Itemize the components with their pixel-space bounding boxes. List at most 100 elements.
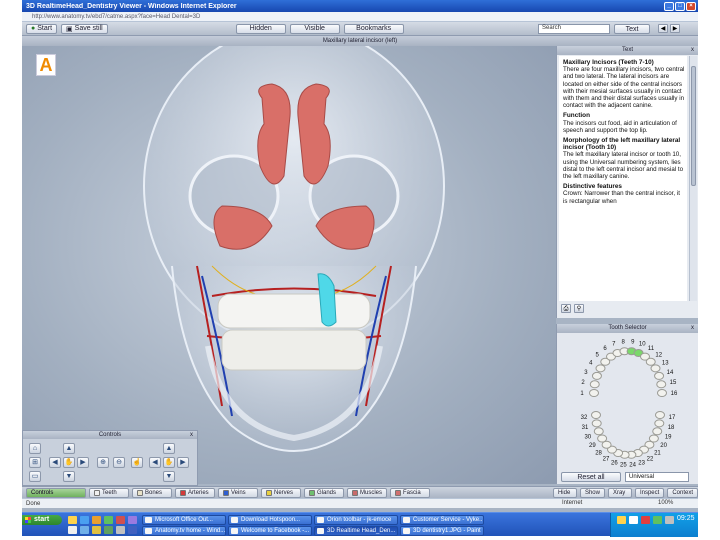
zoom-in-icon[interactable]: ⊕ — [97, 457, 109, 468]
fullscreen-icon[interactable]: ▭ — [29, 471, 41, 482]
tab-bones[interactable]: Bones — [132, 487, 172, 498]
tooth[interactable] — [655, 411, 665, 419]
tooth[interactable] — [597, 434, 608, 443]
tab-glands[interactable]: Glands — [304, 487, 344, 498]
scroll-thumb[interactable] — [691, 66, 696, 186]
zoom-level[interactable]: 100% — [658, 500, 673, 506]
hand-rotate-icon[interactable]: ✋ — [63, 457, 75, 468]
tooth[interactable] — [591, 419, 602, 428]
app-icon[interactable] — [80, 526, 89, 534]
app-icon[interactable] — [92, 526, 101, 534]
tab-teeth[interactable]: Teeth — [89, 487, 129, 498]
tray-icon[interactable] — [629, 516, 638, 524]
tooth[interactable] — [654, 371, 665, 380]
tab-show[interactable]: Show — [579, 487, 605, 498]
close-icon[interactable]: x — [190, 431, 193, 439]
app-icon[interactable] — [128, 516, 137, 524]
taskbar-button[interactable]: Welcome to Facebook -... — [228, 526, 312, 536]
tab-inspect[interactable]: Inspect — [634, 487, 665, 498]
forward-arrow-icon[interactable]: ▶ — [670, 24, 680, 33]
tab-context[interactable]: Context — [667, 487, 698, 498]
tab-xray[interactable]: Xray — [607, 487, 632, 498]
minimize-button[interactable]: _ — [664, 1, 674, 11]
text-button[interactable]: Text — [614, 24, 650, 34]
ie-icon[interactable] — [80, 516, 89, 524]
outlook-icon[interactable] — [92, 516, 101, 524]
text-scrollbar[interactable] — [689, 56, 697, 301]
pan-right-icon[interactable]: ▶ — [177, 457, 189, 468]
back-arrow-icon[interactable]: ◀ — [658, 24, 668, 33]
close-icon[interactable]: x — [691, 46, 694, 55]
app-icon[interactable] — [104, 526, 113, 534]
tab-veins[interactable]: Veins — [218, 487, 258, 498]
tray-icon[interactable] — [617, 516, 626, 524]
start-button[interactable]: ● Start — [26, 23, 58, 34]
zoom-out-icon[interactable]: ⊖ — [113, 457, 125, 468]
taskbar-button[interactable]: Customer Service - Vyke... — [400, 515, 484, 525]
tooth[interactable] — [652, 427, 663, 436]
tooth-number: 27 — [603, 457, 610, 463]
tooth[interactable] — [595, 364, 606, 373]
tooth[interactable] — [645, 357, 656, 366]
rotate-down-icon[interactable]: ▼ — [63, 471, 75, 482]
print-icon[interactable]: ⎙ — [561, 304, 571, 313]
bookmarks-button[interactable]: Bookmarks — [343, 23, 404, 34]
tooth[interactable] — [650, 364, 661, 373]
close-window-button[interactable]: × — [686, 1, 696, 11]
search-input[interactable]: Search — [538, 24, 610, 34]
hand-zoom-icon[interactable]: ☝ — [131, 457, 143, 468]
tooth[interactable] — [591, 411, 601, 419]
pan-left-icon[interactable]: ◀ — [149, 457, 161, 468]
taskbar-button[interactable]: Anatomy.tv home - Wind... — [142, 526, 226, 536]
hidden-button[interactable]: Hidden — [235, 23, 286, 34]
numbering-system-select[interactable]: Universal — [625, 472, 689, 482]
zoom-icon[interactable]: ⚲ — [574, 304, 584, 313]
tray-icon[interactable] — [641, 516, 650, 524]
rotate-left-icon[interactable]: ◀ — [49, 457, 61, 468]
tab-fascia[interactable]: Fascia — [390, 487, 431, 498]
tooth[interactable] — [657, 389, 667, 397]
save-still-button[interactable]: ▣ Save still — [61, 23, 108, 34]
visible-button[interactable]: Visible — [289, 23, 340, 34]
app-icon[interactable] — [104, 516, 113, 524]
rotate-right-icon[interactable]: ▶ — [77, 457, 89, 468]
tooth[interactable] — [589, 380, 600, 389]
address-bar[interactable]: http://www.anatomy.tv/ebd7/catme.aspx?fa… — [22, 12, 698, 22]
desktop-icon[interactable] — [68, 526, 77, 534]
tooth[interactable] — [593, 427, 604, 436]
home-view-icon[interactable]: ⌂ — [29, 443, 41, 454]
hand-pan-icon[interactable]: ✋ — [163, 457, 175, 468]
tray-icon[interactable] — [665, 516, 674, 524]
taskbar-button[interactable]: Download Hotspoon... — [228, 515, 312, 525]
tooth[interactable] — [589, 389, 599, 397]
teeth-layer-icon — [94, 489, 100, 496]
tooth[interactable] — [654, 419, 665, 428]
dental-arch-chart[interactable]: 1234567 8 9 1011121314151617181920212223242… — [557, 333, 698, 471]
app-icon[interactable] — [116, 526, 125, 534]
taskbar-button[interactable]: Orion toolbar - jk-emoce — [314, 515, 398, 525]
reset-view-icon[interactable]: ⊞ — [29, 457, 41, 468]
tab-arteries[interactable]: Arteries — [175, 487, 215, 498]
pan-up-icon[interactable]: ▲ — [163, 443, 175, 454]
taskbar-button[interactable]: 3D Realtime Head_Den... — [314, 526, 398, 536]
tooth[interactable] — [591, 371, 602, 380]
app-icon[interactable] — [128, 526, 137, 534]
tooth[interactable] — [656, 380, 667, 389]
rotate-up-icon[interactable]: ▲ — [63, 443, 75, 454]
tab-muscles[interactable]: Muscles — [347, 487, 388, 498]
folder-icon[interactable] — [68, 516, 77, 524]
tab-hide[interactable]: Hide — [552, 487, 577, 498]
3d-viewport[interactable]: A — [22, 46, 556, 484]
maximize-button[interactable]: □ — [675, 1, 685, 11]
close-icon[interactable]: x — [691, 324, 694, 333]
text-paragraph: Crown: Narrower than the central incisor… — [563, 190, 680, 205]
windows-start-button[interactable]: start — [22, 515, 62, 525]
reset-all-button[interactable]: Reset all — [561, 472, 621, 482]
taskbar-button[interactable]: 3D dentistry1.JPG - Paint — [400, 526, 484, 536]
tray-icon[interactable] — [653, 516, 662, 524]
pan-down-icon[interactable]: ▼ — [163, 471, 175, 482]
taskbar-button[interactable]: Microsoft Office Out... — [142, 515, 226, 525]
media-icon[interactable] — [116, 516, 125, 524]
tab-nerves[interactable]: Nerves — [261, 487, 301, 498]
tab-controls[interactable]: Controls — [26, 487, 86, 498]
